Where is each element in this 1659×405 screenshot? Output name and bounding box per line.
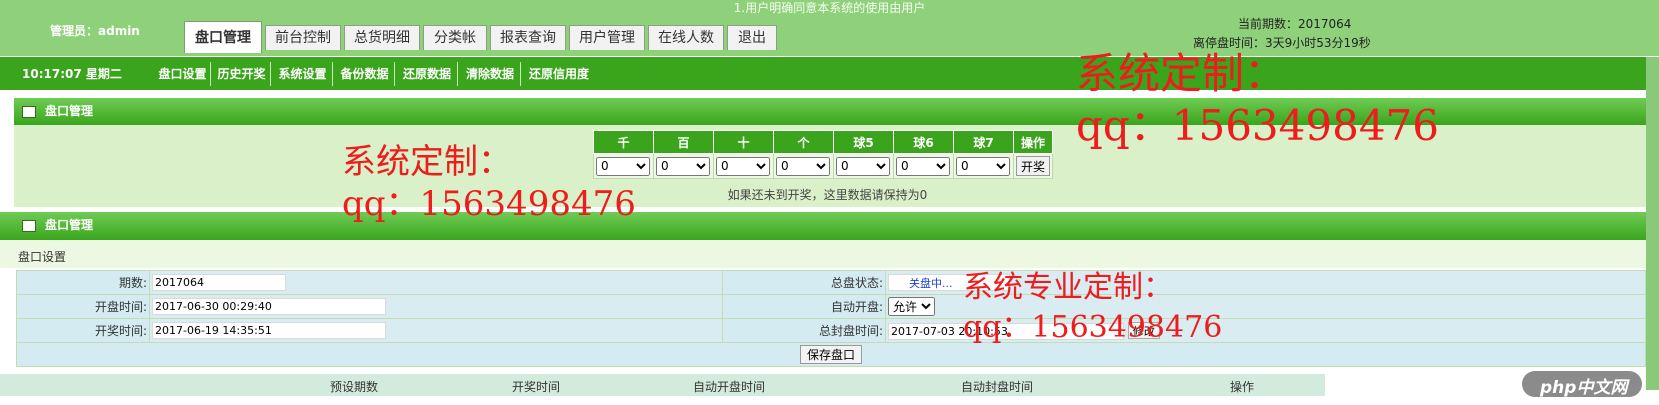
panel2-section-bar xyxy=(0,240,1646,268)
draw-table: 千 百 十 个 球5 球6 球7 操作 0 0 0 0 0 0 0 开奖 xyxy=(593,130,1053,179)
tab-category-ledger[interactable]: 分类帐 xyxy=(423,25,487,50)
tab-logout[interactable]: 退出 xyxy=(727,25,777,50)
state-link[interactable]: 关盘中... xyxy=(909,277,953,290)
subnav-restore-credit[interactable]: 还原信用度 xyxy=(523,62,595,86)
admin-label: 管理员：admin xyxy=(50,24,140,38)
col-shi: 十 xyxy=(713,130,774,154)
watermark-pro: 系统专业定制： xyxy=(963,270,1173,305)
select-bai[interactable]: 0 xyxy=(656,156,710,176)
window-icon xyxy=(22,106,36,118)
tab-pankou[interactable]: 盘口管理 xyxy=(184,21,262,53)
select-ge[interactable]: 0 xyxy=(776,156,830,176)
col-operation: 操作 xyxy=(1230,380,1255,394)
tab-user-management[interactable]: 用户管理 xyxy=(569,25,645,50)
subnav-history-draw[interactable]: 历史开奖 xyxy=(213,62,271,86)
tab-report-query[interactable]: 报表查询 xyxy=(490,25,566,50)
col-bai: 百 xyxy=(653,130,714,154)
tab-online-users[interactable]: 在线人数 xyxy=(648,25,724,50)
open-time-label: 开盘时间: xyxy=(16,294,150,319)
save-row: 保存盘口 xyxy=(16,342,1646,367)
draw-input-row: 0 0 0 0 0 0 0 开奖 xyxy=(593,153,1053,179)
form-row: 开奖时间: 总封盘时间: 修改 xyxy=(16,318,1646,343)
pankou-form: 期数: 总盘状态: 关盘中... 开盘时间: 自动开盘: 允许 开奖时间: 总封… xyxy=(16,270,1646,367)
draw-hint: 如果还未到开奖，这里数据请保持为0 xyxy=(727,188,928,202)
col-preset-period: 预设期数 xyxy=(330,380,379,394)
col-auto-close-time: 自动封盘时间 xyxy=(961,380,1034,394)
col-ball5: 球5 xyxy=(833,130,894,154)
current-period: 当前期数：2017064 xyxy=(1238,17,1352,31)
watermark-qq-top: qq：1563498476 xyxy=(1076,101,1439,150)
draw-table-header: 千 百 十 个 球5 球6 球7 操作 xyxy=(593,130,1053,154)
php-logo: php中文网 xyxy=(1540,378,1628,398)
col-ball6: 球6 xyxy=(893,130,954,154)
panel1-title: 盘口管理 xyxy=(45,104,94,118)
select-ball5[interactable]: 0 xyxy=(836,156,890,176)
right-scroll-edge[interactable] xyxy=(1646,57,1659,390)
subnav-restore-data[interactable]: 还原数据 xyxy=(397,62,458,86)
master-state-label: 总盘状态: xyxy=(722,270,886,295)
auto-open-select[interactable]: 允许 xyxy=(888,297,935,316)
subnav-pankou-settings[interactable]: 盘口设置 xyxy=(155,62,211,86)
period-label: 期数: xyxy=(16,270,150,295)
panel2-header: 盘口管理 xyxy=(0,212,1646,240)
col-draw-time: 开奖时间 xyxy=(512,380,561,394)
tab-frontend-control[interactable]: 前台控制 xyxy=(265,25,341,50)
select-shi[interactable]: 0 xyxy=(716,156,770,176)
col-ge: 个 xyxy=(773,130,834,154)
watermark-qq-bottom: qq：1563498476 xyxy=(963,310,1223,345)
select-ball7[interactable]: 0 xyxy=(956,156,1010,176)
save-pankou-button[interactable]: 保存盘口 xyxy=(799,345,862,364)
watermark-qq-mid: qq：1563498476 xyxy=(342,184,636,224)
draw-button[interactable]: 开奖 xyxy=(1016,156,1050,176)
col-action: 操作 xyxy=(1013,130,1053,154)
draw-time-input[interactable] xyxy=(152,322,386,339)
window-icon xyxy=(22,220,36,232)
period-input[interactable] xyxy=(152,274,286,291)
col-ball7: 球7 xyxy=(953,130,1014,154)
clock-text: 10:17:07 星期二 xyxy=(22,67,122,81)
col-auto-open-time: 自动开盘时间 xyxy=(693,380,766,394)
schedule-table-header xyxy=(0,374,1325,396)
close-time-label: 总封盘时间: xyxy=(722,318,886,343)
subnav-clear-data[interactable]: 清除数据 xyxy=(460,62,521,86)
auto-open-label: 自动开盘: xyxy=(722,294,886,319)
notice-text: 1.用户明确同意本系统的使用由用户 xyxy=(733,1,926,15)
draw-time-label: 开奖时间: xyxy=(16,318,150,343)
section-title: 盘口设置 xyxy=(18,250,67,264)
select-ball6[interactable]: 0 xyxy=(896,156,950,176)
subnav-backup-data[interactable]: 备份数据 xyxy=(335,62,395,86)
col-qian: 千 xyxy=(593,130,654,154)
subnav-system-settings[interactable]: 系统设置 xyxy=(273,62,333,86)
form-row: 期数: 总盘状态: 关盘中... xyxy=(16,270,1646,295)
panel2-title: 盘口管理 xyxy=(45,218,94,232)
select-qian[interactable]: 0 xyxy=(596,156,650,176)
tab-total-detail[interactable]: 总货明细 xyxy=(344,25,420,50)
form-row: 开盘时间: 自动开盘: 允许 xyxy=(16,294,1646,319)
open-time-input[interactable] xyxy=(152,298,386,315)
